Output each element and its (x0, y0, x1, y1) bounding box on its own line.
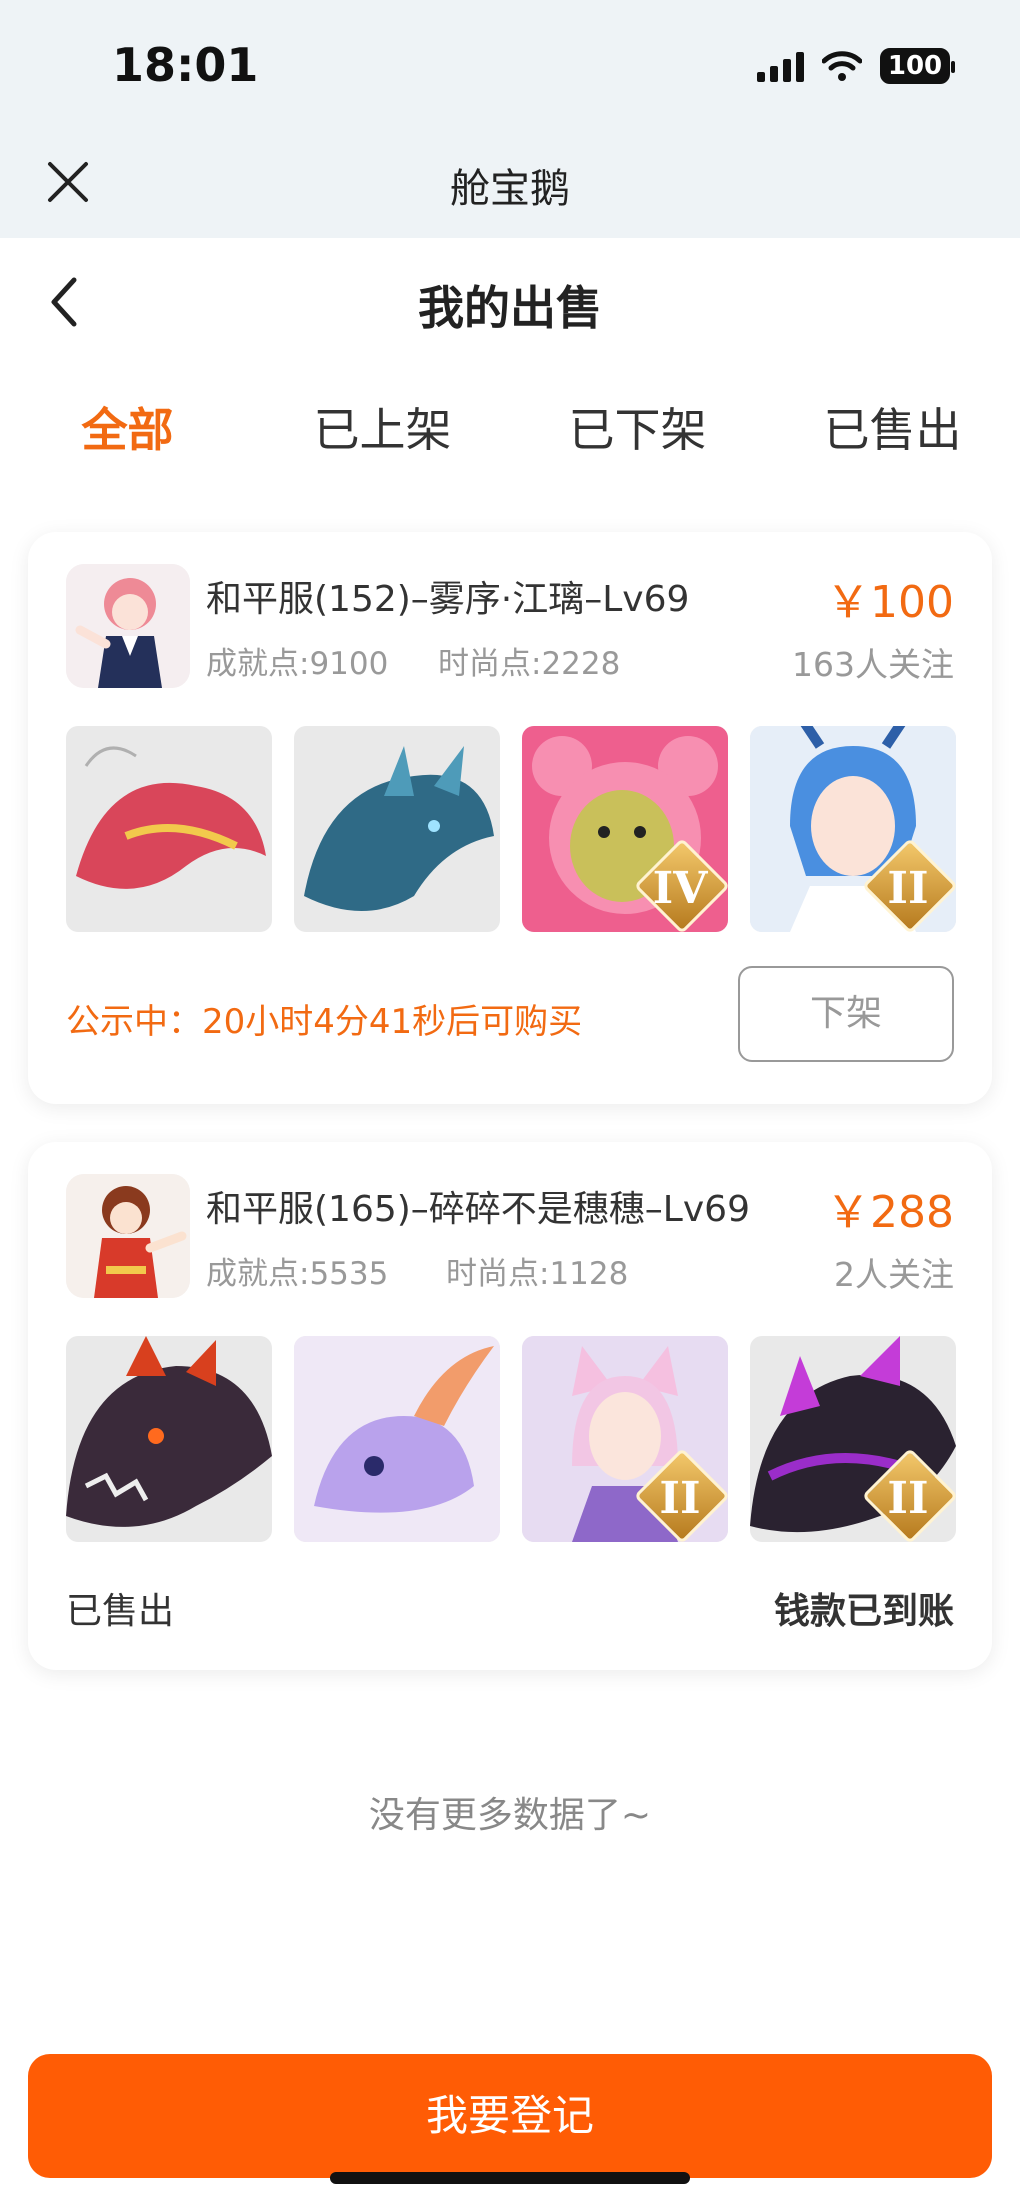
status-icons: 100 (757, 48, 955, 84)
home-indicator (330, 2172, 690, 2184)
pink-bear-icon[interactable]: IV (522, 726, 728, 932)
miniapp-bar: 舱宝鹅 (0, 130, 1020, 238)
avatar (66, 1174, 190, 1298)
tab-delisted[interactable]: 已下架 (510, 380, 765, 480)
tab-all[interactable]: 全部 (0, 380, 255, 480)
rank-label: II (887, 863, 929, 914)
fox-girl-icon[interactable]: II (522, 1336, 728, 1542)
filter-tabs: 全部 已上架 已下架 已售出 (0, 380, 1020, 480)
red-dragon-icon[interactable] (66, 726, 272, 932)
fashion-points: 时尚点:1128 (446, 1256, 629, 1292)
avatar (66, 564, 190, 688)
page-header: 我的出售 (0, 238, 1020, 358)
no-more-data: 没有更多数据了~ (368, 1795, 652, 1836)
dark-dragon-icon[interactable] (66, 1336, 272, 1542)
item-thumbnails: IV II (66, 726, 956, 932)
rank-label: II (887, 1473, 929, 1524)
blue-hair-character-icon[interactable]: II (750, 726, 956, 932)
wifi-icon (822, 51, 862, 81)
listing-card[interactable]: 和平服(152)–雾序·江璃–Lv69 成就点:9100 时尚点:2228 ￥1… (28, 532, 992, 1104)
listing-price: ￥288 (826, 1187, 954, 1238)
battery-icon: 100 (880, 48, 955, 84)
miniapp-title: 舱宝鹅 (450, 166, 570, 212)
listing-card[interactable]: 和平服(165)–碎碎不是穗穗–Lv69 成就点:5535 时尚点:1128 ￥… (28, 1142, 992, 1670)
rank-label: II (659, 1473, 701, 1524)
status-bar: 18:01 100 (0, 0, 1020, 130)
listing-title: 和平服(165)–碎碎不是穗穗–Lv69 (206, 1189, 750, 1230)
register-button[interactable]: 我要登记 (28, 2054, 992, 2178)
listing-price: ￥100 (826, 577, 954, 628)
delist-button[interactable]: 下架 (738, 966, 954, 1062)
rank-label: IV (652, 863, 708, 914)
achievement-points: 成就点:9100 (206, 646, 389, 682)
follower-count: 2人关注 (834, 1255, 954, 1294)
status-time: 18:01 (112, 38, 259, 92)
achievement-points: 成就点:5535 (206, 1256, 389, 1292)
payment-status: 钱款已到账 (773, 1591, 954, 1632)
page-title: 我的出售 (418, 281, 602, 335)
lilac-dragon-icon[interactable] (294, 1336, 500, 1542)
purple-dragon-icon[interactable]: II (750, 1336, 956, 1542)
item-thumbnails: II II (66, 1336, 956, 1542)
sold-status: 已售出 (66, 1591, 175, 1632)
follower-count: 163人关注 (792, 645, 954, 684)
publicity-notice: 公示中：20小时4分41秒后可购买 (66, 1002, 583, 1042)
tab-listed[interactable]: 已上架 (255, 380, 510, 480)
blue-dragon-icon[interactable] (294, 726, 500, 932)
listing-title: 和平服(152)–雾序·江璃–Lv69 (206, 579, 690, 620)
tab-sold[interactable]: 已售出 (765, 380, 1020, 480)
cellular-signal-icon (757, 50, 804, 82)
fashion-points: 时尚点:2228 (438, 646, 621, 682)
